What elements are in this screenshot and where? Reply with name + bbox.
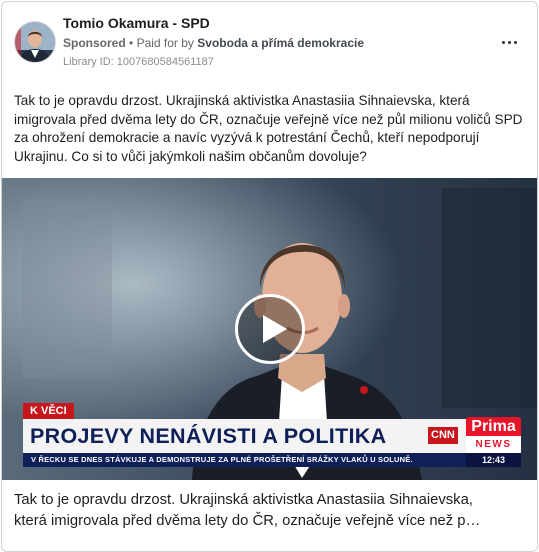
video-headline: PROJEVY NENÁVISTI A POLITIKA xyxy=(23,419,424,453)
ad-card: Tomio Okamura - SPD Sponsored • Paid for… xyxy=(1,1,538,552)
paid-for-prefix: Paid for by xyxy=(136,36,194,50)
library-id: Library ID: 1007680584561187 xyxy=(63,56,214,68)
cnn-logo: CNN xyxy=(428,427,458,444)
sponsored-label: Sponsored xyxy=(63,36,126,50)
news-label: NEWS xyxy=(466,436,521,453)
ad-header: Tomio Okamura - SPD Sponsored • Paid for… xyxy=(2,2,537,82)
play-icon[interactable] xyxy=(235,294,305,364)
caption-line-1: Tak to je opravdu drzost. Ukrajinská akt… xyxy=(14,492,473,508)
caption-line-2: která imigrovala před dvěma lety do ČR, … xyxy=(14,513,481,529)
page-name[interactable]: Tomio Okamura - SPD xyxy=(63,15,210,31)
broadcast-time: 12:43 xyxy=(466,453,521,467)
sponsored-line: Sponsored • Paid for by Svoboda a přímá … xyxy=(63,36,364,50)
meta-separator: • xyxy=(129,36,134,50)
paid-for-by-link[interactable]: Svoboda a přímá demokracie xyxy=(197,36,364,50)
ad-body-text: Tak to je opravdu drzost. Ukrajinská akt… xyxy=(14,93,523,164)
prima-news-logo: Prima NEWS xyxy=(466,417,521,453)
avatar-portrait-icon xyxy=(15,22,55,62)
video-player[interactable]: K VĚCI PROJEVY NENÁVISTI A POLITIKA CNN … xyxy=(2,178,537,480)
more-options-icon[interactable] xyxy=(498,32,520,52)
video-caption: Tak to je opravdu drzost. Ukrajinská akt… xyxy=(14,490,526,532)
news-ticker: V ŘECKU SE DNES STÁVKUJE A DEMONSTRUJE Z… xyxy=(23,453,466,467)
avatar[interactable] xyxy=(14,21,56,63)
prima-label: Prima xyxy=(471,418,516,435)
section-tag: K VĚCI xyxy=(23,403,74,419)
